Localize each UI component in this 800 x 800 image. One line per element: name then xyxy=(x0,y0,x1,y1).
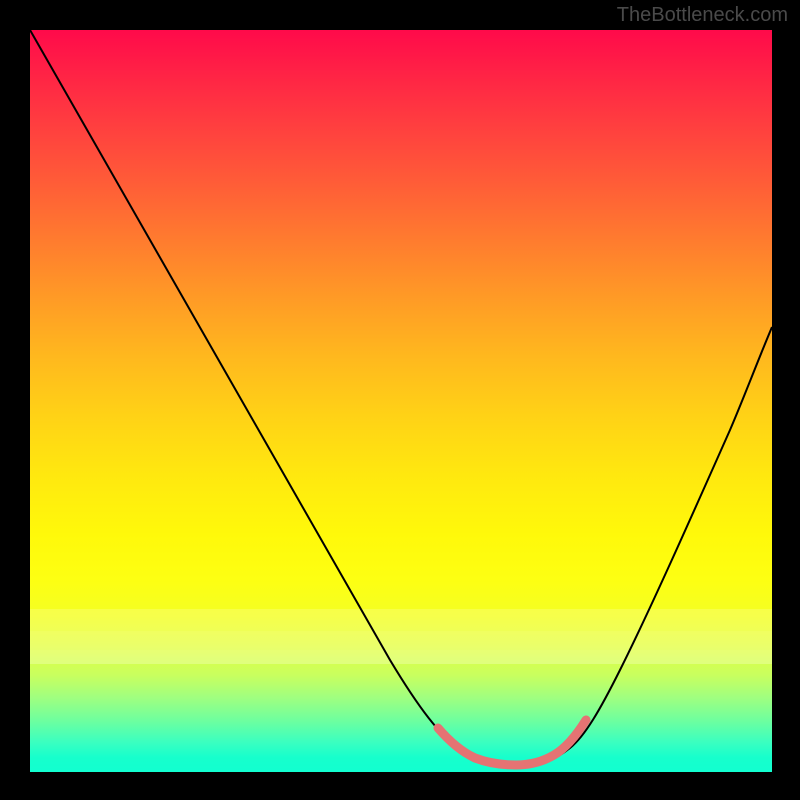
optimal-range-highlight xyxy=(438,720,586,765)
chart-svg xyxy=(30,30,772,772)
bottleneck-curve-line xyxy=(30,30,772,766)
chart-plot-area xyxy=(30,30,772,772)
watermark-text: TheBottleneck.com xyxy=(617,4,788,27)
